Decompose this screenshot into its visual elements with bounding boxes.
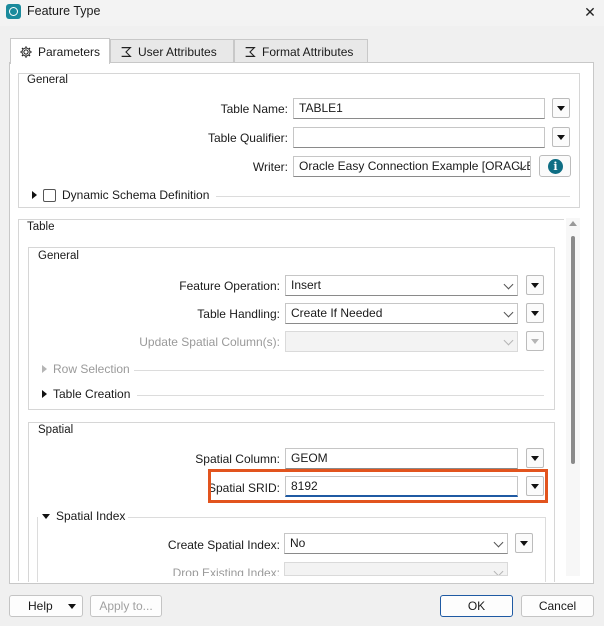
table-handling-value: Create If Needed	[291, 306, 383, 320]
dynamic-schema-expander[interactable]: Dynamic Schema Definition	[32, 188, 209, 202]
highlight-box	[208, 469, 548, 503]
table-handling-select[interactable]: Create If Needed	[285, 303, 518, 324]
expand-arrow-icon[interactable]	[42, 390, 47, 398]
apply-to-button: Apply to...	[90, 595, 162, 617]
spatial-index-expander[interactable]: Spatial Index	[42, 509, 125, 523]
table-name-menu-button[interactable]	[552, 98, 570, 118]
dropdown-arrow-icon	[68, 604, 76, 609]
info-icon: i	[548, 159, 563, 174]
tab-format-attributes[interactable]: Format Attributes	[234, 39, 368, 63]
table-general-group	[28, 247, 555, 410]
window-title: Feature Type	[27, 4, 101, 18]
dynamic-schema-checkbox[interactable]	[43, 188, 56, 202]
cancel-button[interactable]: Cancel	[521, 595, 594, 617]
divider	[128, 517, 546, 518]
scrollbar-thumb[interactable]	[571, 236, 575, 464]
feature-operation-menu-button[interactable]	[526, 275, 544, 295]
sigma-icon	[121, 46, 132, 57]
create-index-menu-button[interactable]	[515, 533, 533, 553]
chevron-down-icon	[503, 307, 514, 318]
spatial-column-label: Spatial Column:	[195, 452, 280, 466]
writer-info-button[interactable]: i	[539, 155, 571, 177]
update-spatial-label: Update Spatial Column(s):	[139, 335, 280, 349]
gear-icon	[20, 45, 32, 58]
chevron-down-icon	[493, 537, 504, 548]
dynamic-schema-label: Dynamic Schema Definition	[62, 188, 210, 202]
divider	[216, 196, 570, 197]
expand-arrow-icon[interactable]	[32, 191, 37, 199]
divider	[134, 370, 544, 371]
divider	[545, 517, 546, 582]
chevron-down-icon	[503, 279, 514, 290]
table-handling-label: Table Handling:	[197, 307, 280, 321]
tab-label: Parameters	[38, 44, 101, 59]
drop-index-label: Drop Existing Index:	[172, 566, 280, 576]
divider	[37, 517, 38, 582]
expand-arrow-icon	[42, 365, 47, 373]
table-qualifier-label: Table Qualifier:	[207, 131, 288, 145]
create-index-value: No	[290, 536, 306, 550]
help-button[interactable]: Help	[9, 595, 83, 617]
table-creation-label: Table Creation	[53, 387, 131, 401]
tab-label: Format Attributes	[262, 44, 354, 59]
row-selection-expander: Row Selection	[42, 362, 130, 376]
table-creation-expander[interactable]: Table Creation	[42, 387, 130, 401]
chevron-down-icon	[493, 566, 504, 575]
tab-label: User Attributes	[138, 44, 217, 59]
table-qualifier-input[interactable]	[293, 127, 545, 148]
create-index-select[interactable]: No	[284, 533, 508, 554]
spatial-column-input[interactable]: GEOM	[285, 448, 518, 469]
feature-operation-select[interactable]: Insert	[285, 275, 518, 296]
collapse-arrow-icon[interactable]	[42, 513, 50, 519]
table-handling-menu-button[interactable]	[526, 303, 544, 323]
feature-operation-value: Insert	[291, 278, 322, 292]
help-label: Help	[28, 599, 53, 613]
ok-button[interactable]: OK	[440, 595, 513, 617]
group-title: Spatial	[38, 424, 74, 436]
create-index-label: Create Spatial Index:	[167, 538, 280, 552]
chevron-down-icon	[503, 335, 514, 346]
tab-user-attributes[interactable]: User Attributes	[110, 39, 234, 63]
divider	[137, 395, 544, 396]
table-name-input[interactable]: TABLE1	[293, 98, 545, 119]
update-spatial-select	[285, 331, 518, 352]
update-spatial-menu-button	[526, 331, 544, 351]
writer-value: Oracle Easy Connection Example [ORACLE]	[299, 159, 531, 173]
spatial-column-menu-button[interactable]	[526, 448, 544, 468]
tab-parameters[interactable]: Parameters	[10, 38, 110, 64]
feature-operation-label: Feature Operation:	[179, 279, 280, 293]
writer-label: Writer:	[252, 160, 288, 174]
group-title: General	[38, 250, 79, 262]
group-title: Table	[27, 221, 55, 233]
table-name-label: Table Name:	[220, 102, 288, 116]
group-title: General	[27, 74, 68, 86]
table-qualifier-menu-button[interactable]	[552, 127, 570, 147]
spatial-index-label: Spatial Index	[56, 509, 126, 523]
sigma-icon	[245, 46, 256, 57]
row-selection-label: Row Selection	[53, 362, 130, 376]
app-icon	[6, 4, 21, 19]
drop-index-select	[284, 562, 508, 576]
scroll-up-icon[interactable]	[569, 221, 577, 226]
writer-select[interactable]: Oracle Easy Connection Example [ORACLE]	[293, 156, 531, 177]
close-button[interactable]: ✕	[580, 2, 600, 22]
